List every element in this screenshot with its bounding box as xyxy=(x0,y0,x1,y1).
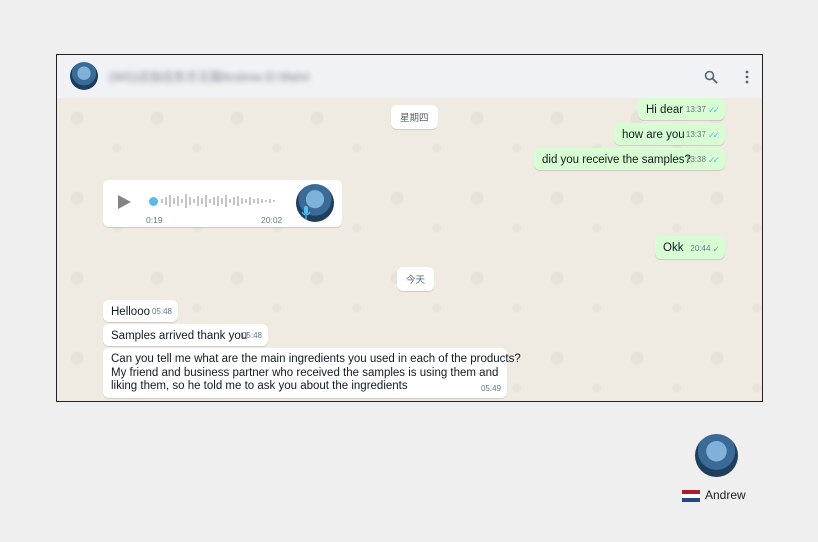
microphone-icon xyxy=(301,206,311,220)
message-meta: 05:49 xyxy=(481,382,501,396)
message-meta: 05:48 xyxy=(242,329,262,343)
incoming-message[interactable]: Samples arrived thank you 05:48 xyxy=(103,324,268,346)
message-line: liking them, so he told me to ask you ab… xyxy=(111,380,408,392)
outgoing-message[interactable]: how are you 13:37 ✓✓ xyxy=(614,123,725,145)
message-meta: 13:37 ✓✓ xyxy=(685,128,720,142)
agent-name: Andrew xyxy=(705,488,746,502)
vertical-dots-icon[interactable] xyxy=(737,67,757,87)
outgoing-message[interactable]: Hi dear 13:37 ✓✓ xyxy=(638,98,725,120)
incoming-message[interactable]: Can you tell me what are the main ingred… xyxy=(103,348,521,398)
playback-handle[interactable] xyxy=(149,197,158,206)
message-time: 05:49 xyxy=(480,383,501,393)
message-meta: 20:44 ✓ xyxy=(690,242,719,256)
message-meta: 13:37 ✓✓ xyxy=(685,103,720,117)
search-icon[interactable] xyxy=(701,67,721,87)
message-text: Okk xyxy=(663,242,684,254)
message-time: 13:37 xyxy=(685,130,706,139)
message-time: 20:44 xyxy=(690,244,711,253)
message-meta: 05:48 xyxy=(152,305,172,319)
message-text: Samples arrived thank you xyxy=(111,330,248,342)
chat-header: (WG)达加达东方王国Andrew El Mahri xyxy=(57,55,762,98)
message-time: 05:48 xyxy=(151,307,172,316)
message-text: did you receive the samples? xyxy=(542,154,691,166)
message-text: Hi dear xyxy=(646,104,684,116)
message-time: 05:48 xyxy=(241,331,262,340)
contact-name[interactable]: (WG)达加达东方王国Andrew El Mahri xyxy=(109,68,334,84)
message-time: 13:37 xyxy=(685,105,706,114)
chat-window: (WG)达加达东方王国Andrew El Mahri 星期四 Hi dear 1… xyxy=(56,54,763,402)
outgoing-message[interactable]: Okk 20:44 ✓ xyxy=(655,236,725,259)
message-time: 20:02 xyxy=(261,215,283,225)
voice-duration: 0:19 xyxy=(146,215,163,225)
waveform[interactable] xyxy=(161,193,277,209)
voice-message[interactable]: 0:19 20:02 xyxy=(103,180,342,227)
message-line: My friend and business partner who recei… xyxy=(111,366,499,379)
date-chip: 星期四 xyxy=(391,105,438,129)
read-ticks-icon: ✓✓ xyxy=(707,155,720,165)
sent-tick-icon: ✓ xyxy=(712,244,719,254)
message-line: Can you tell me what are the main ingred… xyxy=(111,353,521,365)
netherlands-flag-icon xyxy=(682,490,700,502)
message-meta: 13:38 ✓✓ xyxy=(685,153,720,167)
agent-avatar xyxy=(695,434,738,477)
contact-avatar[interactable] xyxy=(70,62,98,90)
play-icon[interactable] xyxy=(117,195,131,209)
message-text: Hellooo xyxy=(111,306,150,318)
date-chip: 今天 xyxy=(397,267,435,291)
incoming-message[interactable]: Hellooo 05:48 xyxy=(103,300,178,322)
outgoing-message[interactable]: did you receive the samples? 13:38 ✓✓ xyxy=(534,148,725,170)
message-text: how are you xyxy=(622,129,685,141)
read-ticks-icon: ✓✓ xyxy=(707,130,720,140)
read-ticks-icon: ✓✓ xyxy=(707,105,720,115)
message-time: 13:38 xyxy=(685,155,706,164)
